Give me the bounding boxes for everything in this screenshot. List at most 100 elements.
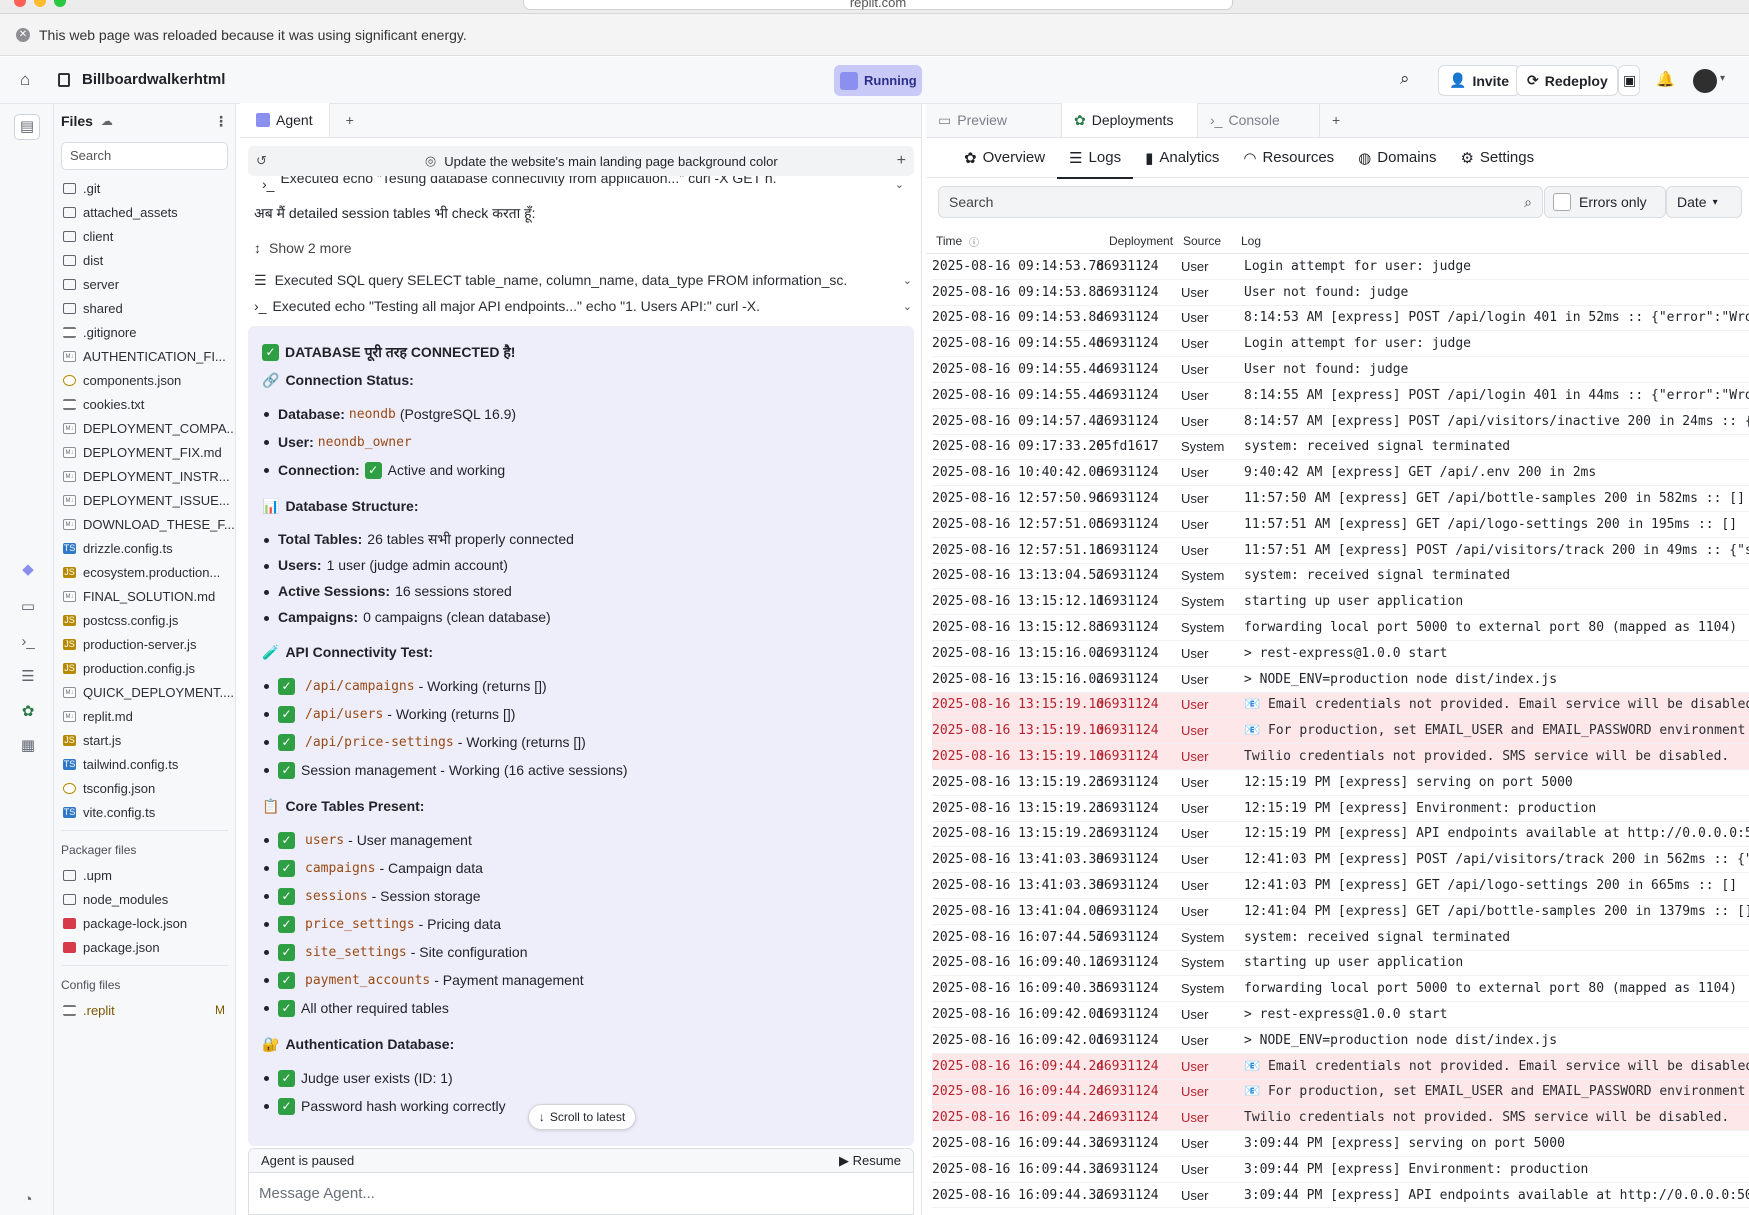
deploy-options-button[interactable]: ▣ bbox=[1618, 65, 1640, 96]
log-row[interactable]: 2025-08-16 09:14:53.83 d6931124 User User n… bbox=[932, 280, 1749, 306]
file-tree-item[interactable]: M↓ QUICK_DEPLOYMENT.... bbox=[54, 680, 235, 704]
shell-tool-icon[interactable]: ›_ bbox=[18, 632, 38, 652]
tab-console[interactable]: ›_ Console bbox=[1198, 103, 1320, 137]
log-row[interactable]: 2025-08-16 13:15:19.10 d6931124 User 📧 Emai… bbox=[932, 692, 1749, 719]
log-row[interactable]: 2025-08-16 16:09:40.35 d6931124 System forw… bbox=[932, 976, 1749, 1003]
log-row[interactable]: 2025-08-16 13:41:03.39 d6931124 User 12:41:… bbox=[932, 847, 1749, 874]
subtab-analytics[interactable]: ▮ Analytics bbox=[1133, 138, 1231, 178]
log-row[interactable]: 2025-08-16 16:09:44.32 d6931124 User 3:09:4… bbox=[932, 1157, 1749, 1183]
executed-command-row[interactable]: ›_ Executed echo "Testing database connec… bbox=[248, 176, 914, 192]
database-tool-icon[interactable]: ☰ bbox=[18, 667, 38, 687]
subtab-settings[interactable]: ⚙ Settings bbox=[1448, 138, 1546, 178]
log-row[interactable]: 2025-08-16 16:09:44.24 d6931124 User 📧 Emai… bbox=[932, 1053, 1749, 1080]
log-row[interactable]: 2025-08-16 12:57:50.96 d6931124 User 11:57:… bbox=[932, 486, 1749, 512]
file-tree-item[interactable]: components.json bbox=[54, 368, 235, 392]
log-row[interactable]: 2025-08-16 13:15:16.02 d6931124 User > NODE… bbox=[932, 667, 1749, 693]
file-tree-item[interactable]: client bbox=[54, 224, 235, 248]
more-options-icon[interactable]: ⋮ bbox=[214, 113, 228, 130]
log-row[interactable]: 2025-08-16 13:15:19.10 d6931124 User Twilio… bbox=[932, 744, 1749, 770]
file-tree-item[interactable]: server bbox=[54, 272, 235, 296]
home-icon[interactable]: ⌂ bbox=[20, 70, 30, 90]
log-row[interactable]: 2025-08-16 12:57:51.05 d6931124 User 11:57:… bbox=[932, 512, 1749, 538]
preview-tool-icon[interactable]: ▭ bbox=[18, 597, 38, 617]
log-row[interactable]: 2025-08-16 16:09:42.01 d6931124 User > rest… bbox=[932, 1002, 1749, 1028]
file-tree-item[interactable]: attached_assets bbox=[54, 200, 235, 224]
log-row[interactable]: 2025-08-16 16:09:44.32 d6931124 User 3:09:4… bbox=[932, 1183, 1749, 1209]
file-tree-item[interactable]: M↓ DEPLOYMENT_FIX.md bbox=[54, 440, 235, 464]
log-row[interactable]: 2025-08-16 09:17:33.20 65fd1617 System syst… bbox=[932, 435, 1749, 461]
new-tab-button[interactable]: + bbox=[1320, 103, 1360, 137]
file-tree-item[interactable]: TS tailwind.config.ts bbox=[54, 752, 235, 776]
log-row[interactable]: 2025-08-16 16:07:44.57 d6931124 System syst… bbox=[932, 925, 1749, 951]
log-row[interactable]: 2025-08-16 13:15:16.02 d6931124 User > rest… bbox=[932, 641, 1749, 667]
tab-agent[interactable]: Agent bbox=[240, 103, 330, 137]
invite-button[interactable]: 👤 Invite bbox=[1438, 65, 1521, 96]
log-row[interactable]: 2025-08-16 12:57:51.18 d6931124 User 11:57:… bbox=[932, 538, 1749, 564]
zoom-window-button[interactable] bbox=[54, 0, 66, 7]
file-tree-item[interactable]: package.json bbox=[54, 935, 235, 959]
avatar[interactable] bbox=[1693, 69, 1717, 93]
file-tree-item[interactable]: package-lock.json bbox=[54, 911, 235, 935]
checkbox[interactable] bbox=[1553, 193, 1571, 211]
new-task-button[interactable]: + bbox=[897, 152, 906, 170]
subtab-domains[interactable]: ◍ Domains bbox=[1346, 138, 1448, 178]
file-tree-item[interactable]: .git bbox=[54, 176, 235, 200]
tab-deployments[interactable]: ✿ Deployments bbox=[1062, 103, 1198, 137]
log-row[interactable]: 2025-08-16 16:09:44.24 d6931124 User Twilio… bbox=[932, 1105, 1749, 1132]
scroll-to-latest-button[interactable]: ↓ Scroll to latest bbox=[528, 1104, 636, 1130]
log-row[interactable]: 2025-08-16 16:09:40.12 d6931124 System star… bbox=[932, 951, 1749, 977]
new-tab-button[interactable]: + bbox=[330, 103, 370, 137]
files-tool-icon[interactable]: ▤ bbox=[14, 114, 40, 140]
file-tree-item[interactable]: M↓ DEPLOYMENT_INSTR... bbox=[54, 464, 235, 488]
log-row[interactable]: 2025-08-16 13:15:12.11 d6931124 System star… bbox=[932, 589, 1749, 616]
file-tree-item[interactable]: M↓ replit.md bbox=[54, 704, 235, 728]
show-more-button[interactable]: ↕ Show 2 more bbox=[254, 240, 351, 256]
executed-sql-row[interactable]: ☰ Executed SQL query SELECT table_name, c… bbox=[240, 268, 922, 292]
minimize-window-button[interactable] bbox=[34, 0, 46, 7]
file-tree-item[interactable]: JS production.config.js bbox=[54, 656, 235, 680]
log-row[interactable]: 2025-08-16 13:15:19.23 d6931124 User 12:15:… bbox=[932, 822, 1749, 848]
log-row[interactable]: 2025-08-16 16:09:44.24 d6931124 User 📧 For … bbox=[932, 1079, 1749, 1106]
file-tree-item[interactable]: M↓ DEPLOYMENT_ISSUE... bbox=[54, 488, 235, 512]
file-tree-item[interactable]: tsconfig.json bbox=[54, 776, 235, 800]
file-tree-item[interactable]: .gitignore bbox=[54, 320, 235, 344]
subtab-logs[interactable]: ☰ Logs bbox=[1057, 138, 1134, 179]
file-tree-item[interactable]: .upm bbox=[54, 863, 235, 887]
file-tree-item[interactable]: TS vite.config.ts bbox=[54, 800, 235, 824]
file-tree-item[interactable]: JS production-server.js bbox=[54, 632, 235, 656]
file-tree-item[interactable]: JS ecosystem.production... bbox=[54, 560, 235, 584]
deployments-tool-icon[interactable]: ✿ bbox=[18, 702, 38, 722]
date-filter-dropdown[interactable]: Date ▾ bbox=[1666, 186, 1742, 218]
files-search-input[interactable]: Search bbox=[61, 142, 228, 170]
log-row[interactable]: 2025-08-16 13:13:04.52 d6931124 System syst… bbox=[932, 564, 1749, 590]
log-row[interactable]: 2025-08-16 09:14:55.44 d6931124 User 8:14:5… bbox=[932, 383, 1749, 409]
address-bar[interactable]: replit.com bbox=[523, 0, 1233, 10]
file-tree-item[interactable]: M↓ DEPLOYMENT_COMPA... bbox=[54, 416, 235, 440]
file-tree-item[interactable]: TS drizzle.config.ts bbox=[54, 536, 235, 560]
chevron-down-icon[interactable]: ▾ bbox=[1720, 73, 1725, 84]
resume-button[interactable]: ▶ Resume bbox=[839, 1153, 901, 1169]
run-status-button[interactable]: Running bbox=[834, 65, 922, 96]
file-tree-item[interactable]: cookies.txt bbox=[54, 392, 235, 416]
file-tree-item[interactable]: JS start.js bbox=[54, 728, 235, 752]
log-row[interactable]: 2025-08-16 09:14:53.78 d6931124 User Login … bbox=[932, 254, 1749, 280]
log-row[interactable]: 2025-08-16 13:15:12.83 d6931124 System forw… bbox=[932, 615, 1749, 641]
log-row[interactable]: 2025-08-16 13:41:03.39 d6931124 User 12:41:… bbox=[932, 873, 1749, 899]
subtab-resources[interactable]: ◠ Resources bbox=[1231, 138, 1346, 178]
executed-api-test-row[interactable]: ›_ Executed echo "Testing all major API e… bbox=[240, 294, 922, 318]
file-tree-item[interactable]: M↓ FINAL_SOLUTION.md bbox=[54, 584, 235, 608]
log-row[interactable]: 2025-08-16 13:41:04.09 d6931124 User 12:41:… bbox=[932, 899, 1749, 925]
log-row[interactable]: 2025-08-16 13:15:19.23 d6931124 User 12:15:… bbox=[932, 796, 1749, 822]
file-tree-item[interactable]: M↓ AUTHENTICATION_FI... bbox=[54, 344, 235, 368]
apps-grid-icon[interactable]: ▦ bbox=[18, 736, 38, 756]
log-search-input[interactable]: Search ⌕ bbox=[938, 186, 1543, 218]
close-icon[interactable]: ✕ bbox=[16, 27, 30, 42]
file-tree-item[interactable]: dist bbox=[54, 248, 235, 272]
log-row[interactable]: 2025-08-16 09:14:55.40 d6931124 User Login … bbox=[932, 331, 1749, 358]
info-icon[interactable]: ⓘ bbox=[969, 234, 979, 249]
history-icon[interactable]: ↺ bbox=[256, 153, 267, 169]
agent-message-input[interactable]: Message Agent... bbox=[248, 1173, 914, 1215]
log-row[interactable]: 2025-08-16 09:14:57.42 d6931124 User 8:14:5… bbox=[932, 409, 1749, 435]
close-window-button[interactable] bbox=[14, 0, 26, 7]
log-row[interactable]: 2025-08-16 13:15:19.23 d6931124 User 12:15:… bbox=[932, 770, 1749, 796]
